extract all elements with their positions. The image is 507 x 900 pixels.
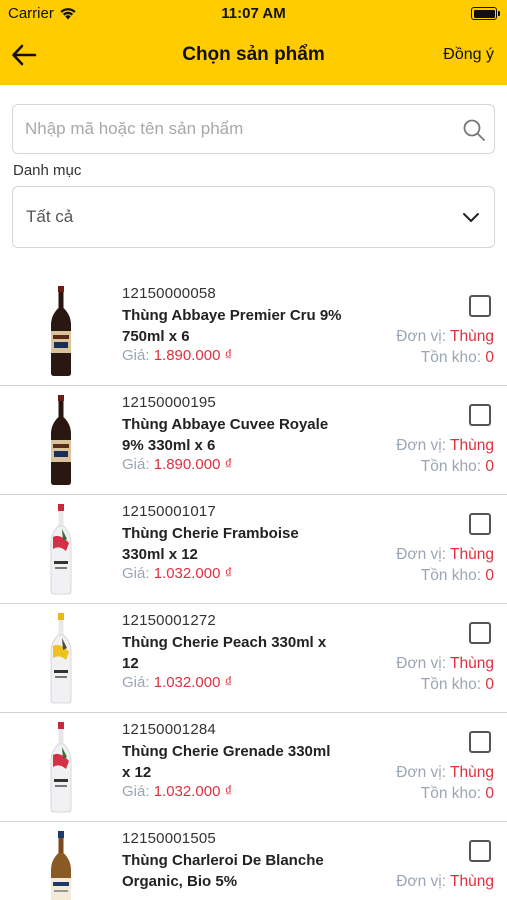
search-input[interactable] xyxy=(25,105,455,153)
unit-label: Đơn vị: xyxy=(396,764,447,781)
product-unit: Đơn vị: Thùng xyxy=(396,764,494,782)
category-selected-value: Tất cả xyxy=(26,207,74,226)
price-value: 1.032.000 ₫ xyxy=(153,674,233,691)
product-unit: Đơn vị: Thùng xyxy=(396,328,494,346)
product-name: Thùng Cherie Grenade 330ml x 12 xyxy=(122,743,331,781)
product-code: 12150001284 xyxy=(122,721,216,738)
product-name: Thùng Charleroi De Blanche Organic, Bio … xyxy=(122,852,324,890)
search-box xyxy=(12,104,495,154)
product-unit: Đơn vị: Thùng xyxy=(396,546,494,564)
product-stock: Tồn kho: 0 xyxy=(421,567,494,585)
unit-value: Thùng xyxy=(450,655,494,672)
product-bottle-image xyxy=(44,394,78,486)
stock-value: 0 xyxy=(485,785,494,802)
product-code: 12150000195 xyxy=(122,394,216,411)
product-price: Giá: 1.032.000 ₫ xyxy=(122,565,232,582)
product-item[interactable]: 12150001272 Thùng Cherie Peach 330ml x 12… xyxy=(0,604,507,713)
unit-label: Đơn vị: xyxy=(396,328,447,345)
price-label: Giá: xyxy=(122,565,150,582)
product-name: Thùng Cherie Framboise 330ml x 12 xyxy=(122,525,299,563)
product-unit: Đơn vị: Thùng xyxy=(396,655,494,673)
unit-value: Thùng xyxy=(450,546,494,563)
product-stock: Tồn kho: 0 xyxy=(421,676,494,694)
product-select-checkbox[interactable] xyxy=(469,404,491,426)
product-list: 12150000058 Thùng Abbaye Premier Cru 9% 7… xyxy=(0,277,507,900)
stock-label: Tồn kho: xyxy=(420,567,482,584)
product-price: Giá: 1.032.000 ₫ xyxy=(122,674,232,691)
product-select-checkbox[interactable] xyxy=(469,622,491,644)
price-label: Giá: xyxy=(122,456,150,473)
stock-value: 0 xyxy=(485,349,494,366)
product-name: Thùng Abbaye Premier Cru 9% 750ml x 6 xyxy=(122,307,342,345)
product-bottle-image xyxy=(44,721,78,813)
unit-value: Thùng xyxy=(450,437,494,454)
price-label: Giá: xyxy=(122,674,150,691)
product-bottle-image xyxy=(44,503,78,595)
unit-label: Đơn vị: xyxy=(396,655,447,672)
product-stock: Tồn kho: 0 xyxy=(421,785,494,803)
stock-label: Tồn kho: xyxy=(420,785,482,802)
product-price: Giá: 1.890.000 ₫ xyxy=(122,456,232,473)
stock-value: 0 xyxy=(485,676,494,693)
product-item[interactable]: 12150001505 Thùng Charleroi De Blanche Or… xyxy=(0,822,507,900)
price-value: 1.032.000 ₫ xyxy=(153,783,233,800)
product-code: 12150001505 xyxy=(122,830,216,847)
unit-value: Thùng xyxy=(450,873,494,890)
category-label: Danh mục xyxy=(13,162,82,179)
product-unit: Đơn vị: Thùng xyxy=(396,873,494,891)
product-item[interactable]: 12150000058 Thùng Abbaye Premier Cru 9% 7… xyxy=(0,277,507,386)
product-name: Thùng Cherie Peach 330ml x 12 xyxy=(122,634,327,672)
unit-value: Thùng xyxy=(450,764,494,781)
unit-label: Đơn vị: xyxy=(396,546,447,563)
unit-value: Thùng xyxy=(450,328,494,345)
stock-label: Tồn kho: xyxy=(420,676,482,693)
unit-label: Đơn vị: xyxy=(396,437,447,454)
product-code: 12150001017 xyxy=(122,503,216,520)
nav-bar: Chọn sản phẩm Đồng ý xyxy=(0,27,507,85)
product-price: Giá: 1.032.000 ₫ xyxy=(122,783,232,800)
product-select-checkbox[interactable] xyxy=(469,513,491,535)
stock-label: Tồn kho: xyxy=(420,458,482,475)
chevron-down-icon xyxy=(463,213,479,222)
product-code: 12150001272 xyxy=(122,612,216,629)
product-price: Giá: 1.890.000 ₫ xyxy=(122,347,232,364)
price-label: Giá: xyxy=(122,347,150,364)
category-select[interactable]: Tất cả xyxy=(12,186,495,248)
price-value: 1.032.000 ₫ xyxy=(153,565,233,582)
stock-label: Tồn kho: xyxy=(420,349,482,366)
confirm-button[interactable]: Đồng ý xyxy=(443,46,494,64)
product-item[interactable]: 12150000195 Thùng Abbaye Cuvee Royale 9% … xyxy=(0,386,507,495)
product-item[interactable]: 12150001284 Thùng Cherie Grenade 330ml x … xyxy=(0,713,507,822)
product-select-checkbox[interactable] xyxy=(469,840,491,862)
page-title: Chọn sản phẩm xyxy=(182,44,325,65)
price-value: 1.890.000 ₫ xyxy=(153,456,233,473)
product-stock: Tồn kho: 0 xyxy=(421,349,494,367)
stock-value: 0 xyxy=(485,458,494,475)
product-select-checkbox[interactable] xyxy=(469,295,491,317)
status-bar: Carrier 11:07 AM xyxy=(0,0,507,27)
price-label: Giá: xyxy=(122,783,150,800)
unit-label: Đơn vị: xyxy=(396,873,447,890)
battery-icon xyxy=(471,7,500,20)
product-item[interactable]: 12150001017 Thùng Cherie Framboise 330ml … xyxy=(0,495,507,604)
stock-value: 0 xyxy=(485,567,494,584)
product-code: 12150000058 xyxy=(122,285,216,302)
search-icon[interactable] xyxy=(462,118,486,142)
product-unit: Đơn vị: Thùng xyxy=(396,437,494,455)
product-select-checkbox[interactable] xyxy=(469,731,491,753)
price-value: 1.890.000 ₫ xyxy=(153,347,233,364)
status-time: 11:07 AM xyxy=(221,5,286,22)
product-bottle-image xyxy=(44,612,78,704)
product-stock: Tồn kho: 0 xyxy=(421,458,494,476)
product-bottle-image xyxy=(44,285,78,377)
product-name: Thùng Abbaye Cuvee Royale 9% 330ml x 6 xyxy=(122,416,329,454)
product-bottle-image xyxy=(44,830,78,900)
